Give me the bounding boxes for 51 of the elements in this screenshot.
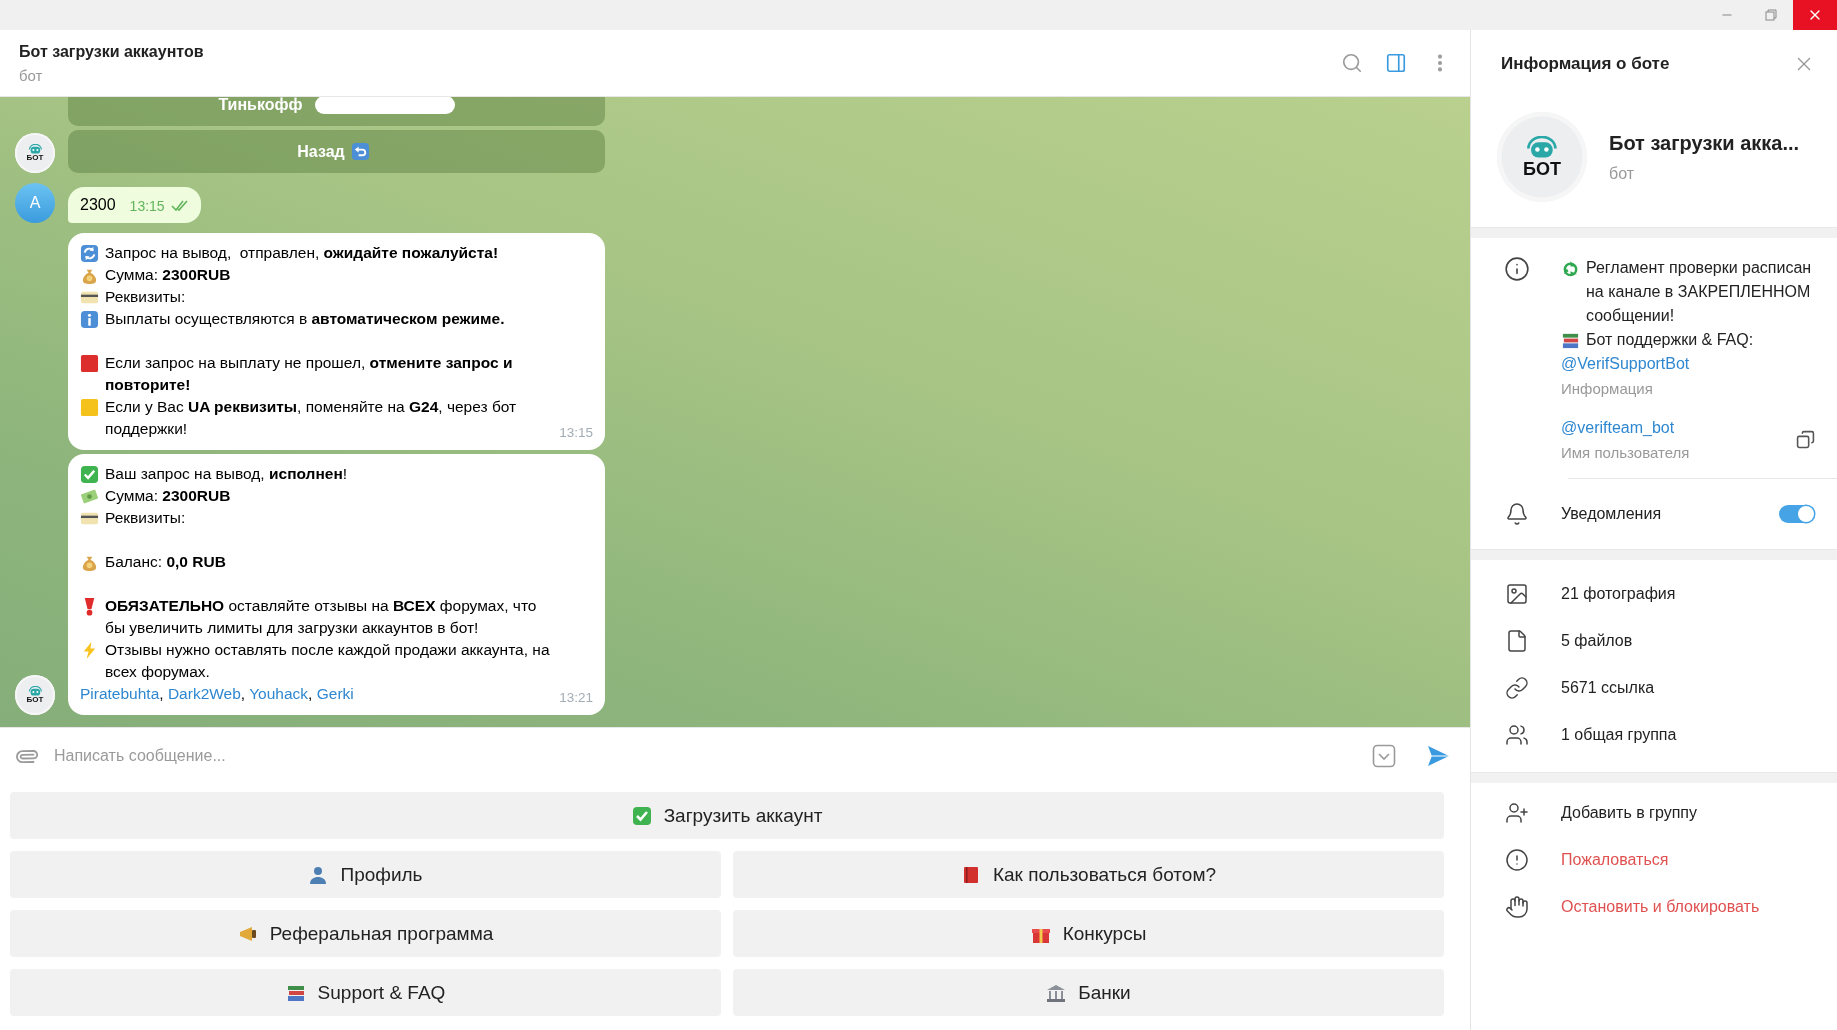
media-row[interactable]: 5 файлов [1471,617,1837,664]
media-row[interactable]: 5671 ссылка [1471,664,1837,711]
keyboard-button[interactable]: Как пользоваться ботом? [733,851,1444,898]
message-text: Если запрос на выплату не прошел, отмените запрос и повторите! [105,353,514,395]
setting-label: Уведомления [1561,505,1662,523]
action-row[interactable]: Остановить и блокировать [1471,883,1837,930]
keyboard-button[interactable]: Загрузить аккаунт [10,792,1444,839]
avatar-label: БОТ [1523,159,1561,178]
message-time: 13:15 [129,198,189,214]
avatar-label: БОТ [26,696,44,705]
message-time: 13:15 [559,424,593,442]
message-text: 2300 [80,196,116,214]
profile-name: Бот загрузки акка... [1609,131,1801,155]
user-avatar: A [15,183,55,223]
link-separator: , [240,685,247,702]
profile-subtitle: бот [1609,164,1636,183]
message-text: Сумма: 2300RUB [105,265,231,285]
keyboard-button[interactable]: Банки [733,969,1444,1016]
action-row[interactable]: Пожаловаться [1471,836,1837,883]
message-text: Сумма: 2300RUB [105,486,231,506]
forum-link[interactable]: Dark2Web [167,685,241,702]
panel-title: Информация о боте [1501,53,1670,74]
message-text: Реквизиты: [105,287,186,307]
link-separator: , [308,685,314,702]
chat-title: Бот загрузки аккаунтов [19,42,204,61]
message-text: Если у Вас UA реквизиты, поменяйте на G24, через бот поддержки! [105,397,518,439]
keyboard-button[interactable]: Конкурсы [733,910,1444,957]
username-link[interactable]: @verifteam_bot [1561,416,1768,440]
bio-link[interactable]: @VerifSupportBot [1561,352,1815,376]
message-text: Ваш запрос на вывод, исполнен! [105,464,348,484]
bio-text: Бот поддержки & FAQ: [1586,330,1754,350]
avatar-label: БОТ [26,154,44,163]
message-text: Запрос на вывод, отправлен, ожидайте пожалуйста! [105,243,499,263]
message-text: Отзывы нужно оставлять после каждой продажи аккаунта, на всех форумах. [105,640,551,682]
link-separator: , [159,685,165,702]
keyboard-button[interactable]: Support & FAQ [10,969,721,1016]
forum-link[interactable]: Gerki [316,685,354,702]
keyboard-button[interactable]: Реферальная программа [10,910,721,957]
field-caption: Информация [1561,379,1654,399]
media-row[interactable]: 21 фотография [1471,570,1837,617]
message-text: Баланс: 0,0 RUB [105,552,226,572]
message-text: Реквизиты: [105,508,186,528]
message-time: 13:21 [559,689,593,707]
field-caption: Имя пользователя [1561,443,1691,463]
action-row[interactable]: Добавить в группу [1471,789,1837,836]
media-row[interactable]: 1 общая группа [1471,711,1837,758]
message-text: Выплаты осуществляются в автоматическом режиме. [105,309,505,329]
keyboard-button[interactable]: Профиль [10,851,721,898]
chat-subtitle: бот [19,66,44,84]
message-text: ОБЯЗАТЕЛЬНО оставляйте отзывы на ВСЕХ форумах, что бы увеличить лимиты для загрузки аккаунтов в бот! [105,596,538,638]
bio-text: Регламент проверки расписан на канале в ЗАКРЕПЛЕННОМ сообщении! [1586,258,1813,326]
